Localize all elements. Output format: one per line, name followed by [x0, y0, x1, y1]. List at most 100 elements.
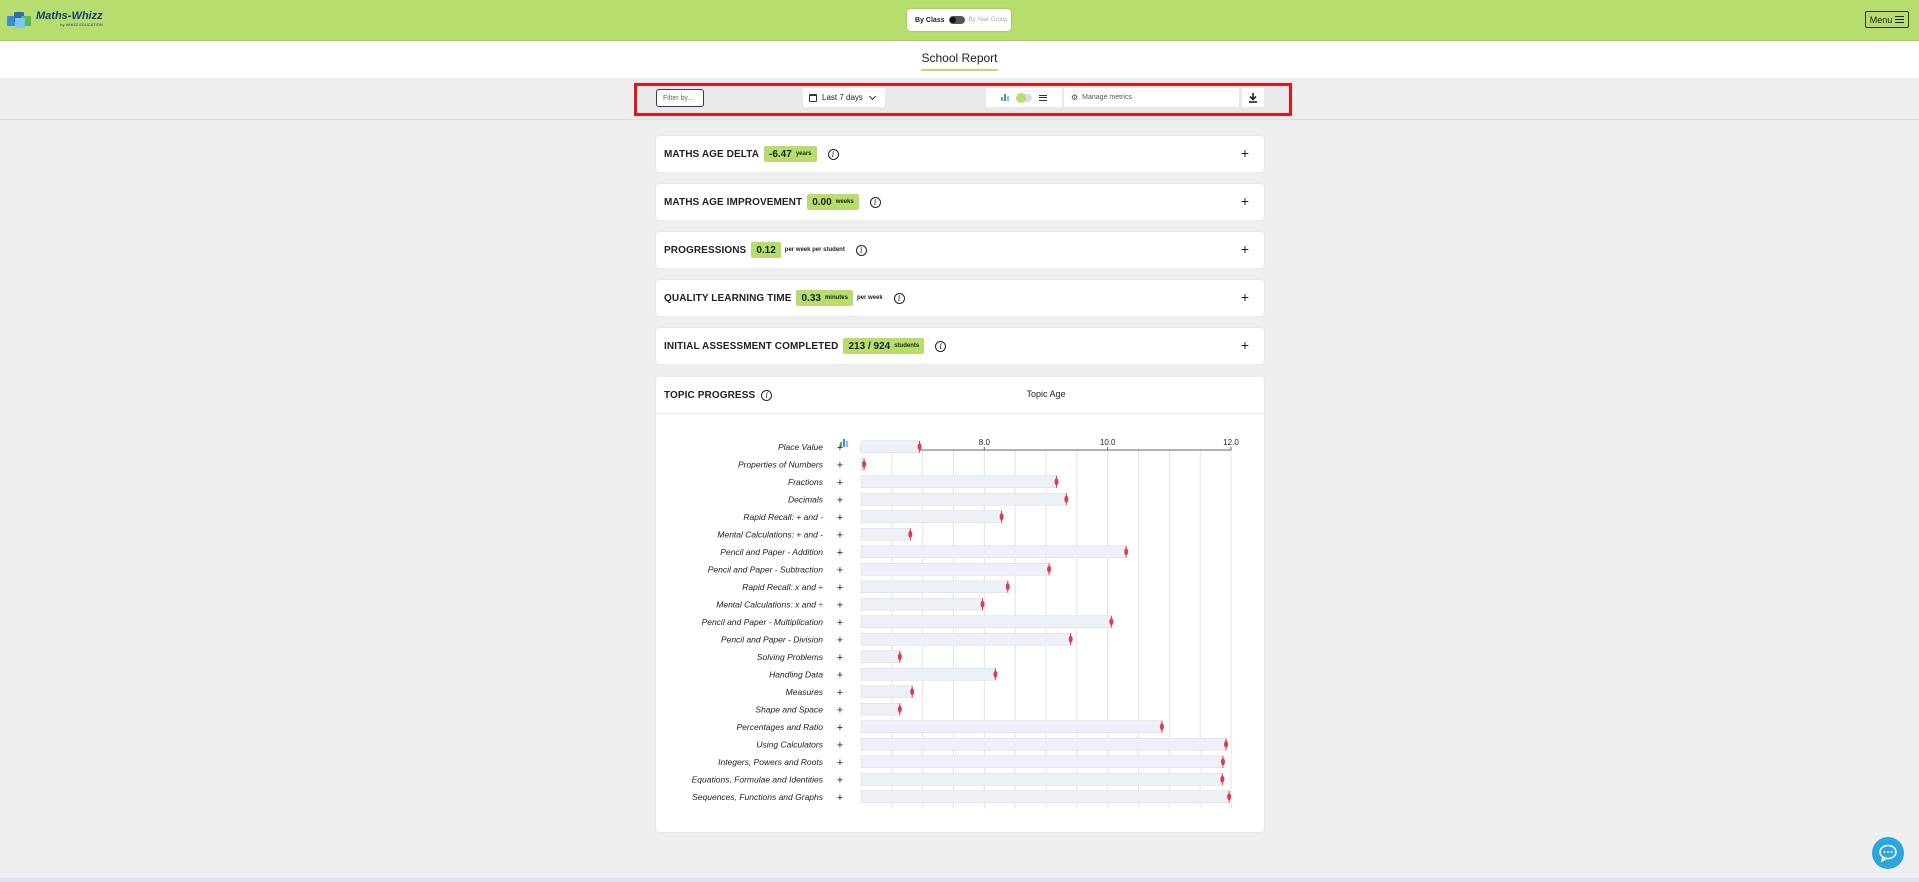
title-underline — [921, 69, 998, 71]
metric-title: MATHS AGE DELTA — [664, 148, 760, 160]
topic-expand-plus[interactable]: + — [837, 459, 843, 471]
chart-list-view-toggle[interactable] — [986, 88, 1062, 107]
by-class-label[interactable]: By Class — [915, 17, 945, 24]
by-year-group-label[interactable]: By Year Group — [969, 17, 1008, 23]
metric-badge: 213 / 924 students — [843, 338, 925, 354]
menu-button[interactable]: Menu — [1865, 11, 1909, 28]
topic-expand-plus[interactable]: + — [837, 704, 843, 716]
topic-bar — [860, 790, 1230, 804]
topic-label: Pencil and Paper - Addition — [720, 547, 823, 557]
metric-value: 0.00 — [812, 196, 832, 208]
title-band: School Report — [0, 41, 1919, 78]
info-icon[interactable]: i — [855, 244, 867, 256]
topic-expand-plus[interactable]: + — [837, 652, 843, 664]
expand-plus-icon[interactable]: + — [1241, 194, 1249, 208]
view-switch[interactable] — [1016, 92, 1032, 103]
topic-bar — [860, 492, 1067, 506]
topic-marker — [1064, 495, 1069, 503]
expand-plus-icon[interactable]: + — [1241, 290, 1249, 304]
topic-expand-plus[interactable]: + — [837, 599, 843, 611]
topic-expand-plus[interactable]: + — [837, 512, 843, 524]
topic-marker — [917, 443, 922, 451]
class-year-toggle[interactable]: By Class By Year Group — [907, 9, 1011, 31]
topic-bar — [860, 702, 901, 716]
page-title: School Report — [921, 51, 998, 65]
topic-bar — [860, 440, 920, 454]
topic-expand-plus[interactable]: + — [837, 477, 843, 489]
metric-badge: 0.12 — [751, 242, 781, 258]
metric-card-quality-learning-time: QUALITY LEARNING TIME 0.33 minutes per w… — [656, 280, 1264, 316]
app-logo[interactable]: Maths-Whizz by WHIZZ EDUCATION — [7, 10, 103, 28]
expand-plus-icon[interactable]: + — [1241, 242, 1249, 256]
topic-expand-plus[interactable]: + — [837, 442, 843, 454]
topic-expand-plus[interactable]: + — [837, 564, 843, 576]
topic-marker — [1227, 793, 1232, 801]
topic-expand-plus[interactable]: + — [837, 722, 843, 734]
topic-bar — [860, 632, 1071, 646]
x-tick-label: 12.0 — [1223, 438, 1239, 447]
chart-view-icon[interactable] — [1001, 94, 1009, 101]
topic-expand-plus[interactable]: + — [837, 757, 843, 769]
info-icon[interactable]: i — [827, 148, 839, 160]
topic-label: Pencil and Paper - Subtraction — [708, 564, 824, 574]
chat-button[interactable] — [1872, 837, 1904, 869]
topic-expand-plus[interactable]: + — [837, 547, 843, 559]
logo-text: Maths-Whizz by WHIZZ EDUCATION — [36, 10, 103, 28]
menu-label: Menu — [1869, 14, 1893, 25]
list-view-icon[interactable] — [1039, 94, 1047, 101]
metric-value: 0.12 — [756, 244, 776, 256]
topic-expand-plus[interactable]: + — [837, 774, 843, 786]
info-icon[interactable]: i — [893, 292, 905, 304]
topic-progress-card: TOPIC PROGRESS i Topic Age 8.0 10.0 12.0 Pla… — [656, 377, 1264, 832]
topic-expand-plus[interactable]: + — [837, 739, 843, 751]
topic-expand-plus[interactable]: + — [837, 687, 843, 699]
topic-marker — [1220, 775, 1225, 783]
chat-bubble-icon — [1879, 844, 1897, 862]
topic-marker — [1005, 583, 1010, 591]
topic-expand-plus[interactable]: + — [837, 792, 843, 804]
topic-label: Measures — [786, 687, 824, 697]
topic-label: Properties of Numbers — [738, 459, 824, 469]
topic-label: Equations, Formulae and Identities — [692, 774, 824, 784]
logo-cubes-icon — [7, 10, 33, 28]
topic-marker — [980, 600, 985, 608]
view-mode-switch[interactable] — [948, 16, 965, 24]
top-bar: Maths-Whizz by WHIZZ EDUCATION By Class … — [0, 0, 1919, 41]
metric-unit: students — [894, 343, 920, 349]
chart-mini-icon — [846, 441, 848, 447]
x-axis-title: Topic Age — [1026, 389, 1065, 399]
expand-plus-icon[interactable]: + — [1241, 338, 1249, 352]
metric-title: QUALITY LEARNING TIME — [664, 292, 792, 304]
metric-badge: -6.47 years — [764, 146, 817, 162]
topic-marker — [910, 688, 915, 696]
topic-expand-plus[interactable]: + — [837, 669, 843, 681]
metric-badge: 0.33 minutes — [796, 290, 853, 306]
date-range-label: Last 7 days — [822, 93, 863, 102]
download-icon — [1249, 92, 1257, 103]
manage-metrics-button[interactable]: ⚙ Manage metrics — [1064, 88, 1239, 107]
metric-value: 0.33 — [801, 292, 821, 304]
topic-expand-plus[interactable]: + — [837, 617, 843, 629]
topic-expand-plus[interactable]: + — [837, 634, 843, 646]
topic-expand-plus[interactable]: + — [837, 529, 843, 541]
info-icon[interactable]: i — [869, 196, 881, 208]
bottom-edge-line — [0, 878, 1919, 882]
x-tick-label: 10.0 — [1100, 438, 1116, 447]
topic-expand-plus[interactable]: + — [837, 582, 843, 594]
info-icon[interactable]: i — [935, 340, 947, 352]
topic-marker — [999, 513, 1004, 521]
topic-bar — [860, 737, 1227, 751]
topic-label: Integers, Powers and Roots — [718, 757, 824, 767]
topic-bar — [860, 667, 996, 681]
filter-button[interactable]: Filter by... — [656, 89, 704, 107]
topic-expand-plus[interactable]: + — [837, 494, 843, 506]
topic-bar — [860, 562, 1050, 576]
metric-unit: minutes — [824, 295, 848, 301]
expand-plus-icon[interactable]: + — [1241, 146, 1249, 160]
topic-bar — [860, 720, 1163, 734]
topic-label: Rapid Recall: x and ÷ — [742, 582, 823, 592]
metric-unit-extra: per week per student — [784, 247, 845, 253]
date-range-dropdown[interactable]: Last 7 days — [803, 88, 885, 107]
download-button[interactable] — [1242, 88, 1264, 107]
topic-bar — [860, 527, 911, 541]
